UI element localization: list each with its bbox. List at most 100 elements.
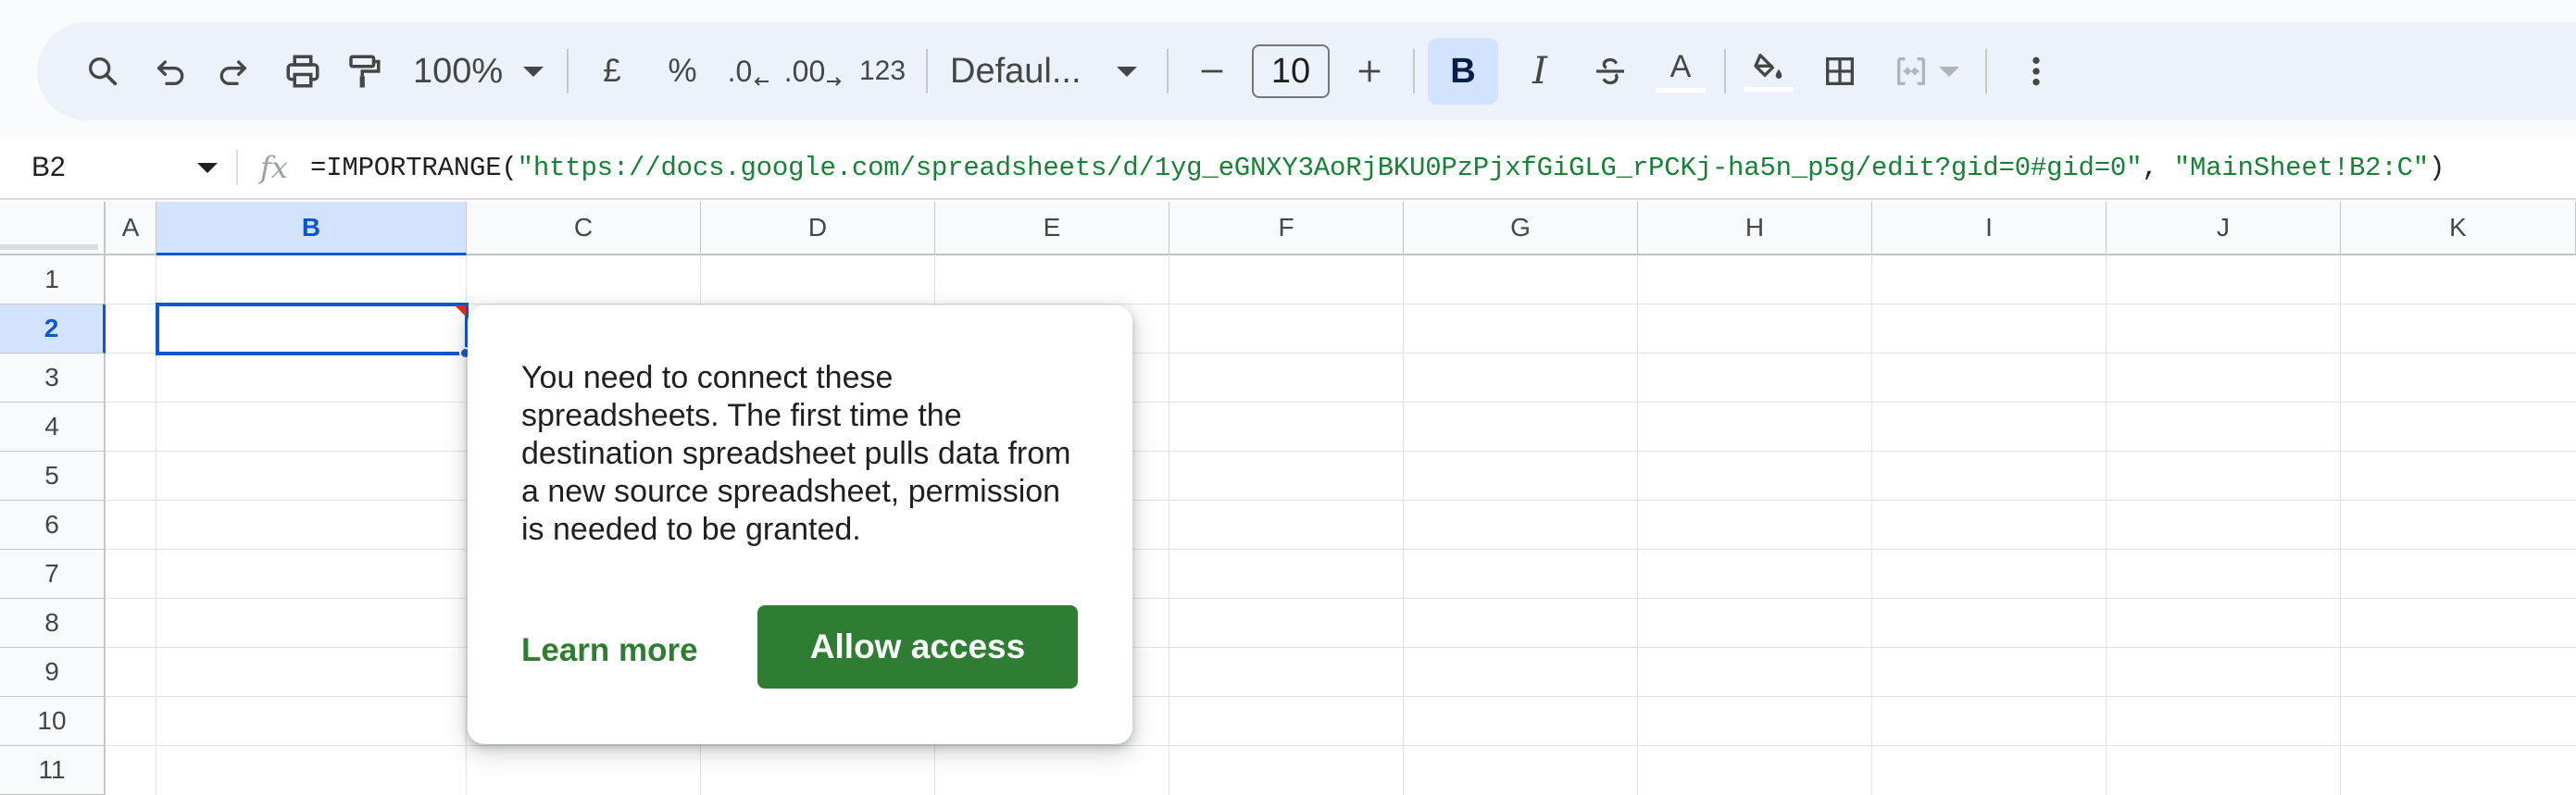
undo-icon xyxy=(153,53,190,90)
row-header-2[interactable]: 2 xyxy=(0,304,106,354)
learn-more-link[interactable]: Learn more xyxy=(521,627,698,674)
percent-format-button[interactable]: % xyxy=(652,38,713,105)
allow-access-button[interactable]: Allow access xyxy=(757,605,1078,689)
more-options-button[interactable] xyxy=(2006,38,2067,105)
active-cell-b2[interactable] xyxy=(156,303,469,355)
fill-color-swatch xyxy=(1744,86,1794,92)
name-box[interactable]: B2 xyxy=(0,136,236,199)
currency-format-button[interactable]: £ xyxy=(581,38,643,105)
borders-icon xyxy=(1821,53,1858,90)
toolbar-divider xyxy=(1985,49,1987,93)
cell-reference: B2 xyxy=(31,152,66,182)
column-header-k[interactable]: K xyxy=(2341,202,2576,255)
column-header-i[interactable]: I xyxy=(1872,202,2107,255)
currency-label: £ xyxy=(603,53,621,89)
column-header-a[interactable]: A xyxy=(106,202,156,255)
row-header-8[interactable]: 8 xyxy=(0,599,106,648)
formula-url-arg: "https://docs.google.com/spreadsheets/d/… xyxy=(517,152,2143,183)
formula-input[interactable]: =IMPORTRANGE("https://docs.google.com/sp… xyxy=(310,153,2445,183)
toolbar-area: 100% £ % .0 .00 123 Defaul... 10 B I A xyxy=(0,0,2576,137)
text-color-button[interactable]: A xyxy=(1650,38,1711,105)
chevron-down-icon xyxy=(1939,66,1959,77)
percent-label: % xyxy=(668,53,697,89)
strikethrough-icon xyxy=(1592,53,1629,90)
fill-color-button[interactable] xyxy=(1739,38,1800,105)
redo-button[interactable] xyxy=(202,38,263,105)
toolbar-divider xyxy=(1724,49,1726,93)
column-header-e[interactable]: E xyxy=(935,202,1169,255)
toolbar-divider xyxy=(567,49,569,93)
italic-label: I xyxy=(1532,50,1547,93)
row-header-6[interactable]: 6 xyxy=(0,501,106,550)
minus-icon xyxy=(1196,56,1228,87)
arrow-left-icon xyxy=(752,52,770,91)
increase-font-size-button[interactable] xyxy=(1339,38,1400,105)
column-header-f[interactable]: F xyxy=(1169,202,1404,255)
borders-button[interactable] xyxy=(1809,38,1870,105)
grid-line xyxy=(1403,255,1404,795)
column-header-j[interactable]: J xyxy=(2107,202,2341,255)
importrange-permission-popup: You need to connect these spreadsheets. … xyxy=(468,305,1132,744)
column-header-g[interactable]: G xyxy=(1404,202,1638,255)
grid-line xyxy=(106,745,2576,746)
sheet-grid[interactable]: A B C D E F G H I J K 1 2 3 4 5 6 7 8 9 … xyxy=(0,202,2576,795)
italic-button[interactable]: I xyxy=(1509,38,1570,105)
search-menus-button[interactable] xyxy=(72,38,133,105)
column-header-c[interactable]: C xyxy=(467,202,701,255)
column-header-b[interactable]: B xyxy=(156,202,467,255)
bold-label: B xyxy=(1450,51,1476,91)
merge-cells-button[interactable] xyxy=(1880,38,1972,105)
paint-format-icon xyxy=(344,52,383,91)
print-button[interactable] xyxy=(272,38,333,105)
grid-line xyxy=(1871,255,1872,795)
increase-decimal-button[interactable]: .00 xyxy=(783,38,844,105)
decrease-decimal-button[interactable]: .0 xyxy=(719,38,780,105)
text-color-label: A xyxy=(1669,48,1692,84)
select-all-corner[interactable] xyxy=(0,202,106,255)
zoom-value: 100% xyxy=(413,51,504,91)
row-header-9[interactable]: 9 xyxy=(0,648,106,697)
print-icon xyxy=(283,52,322,91)
row-header-4[interactable]: 4 xyxy=(0,403,106,452)
font-size-input[interactable]: 10 xyxy=(1252,44,1330,98)
paint-format-button[interactable] xyxy=(333,38,394,105)
text-color-swatch xyxy=(1656,87,1706,93)
undo-button[interactable] xyxy=(141,38,202,105)
plus-icon xyxy=(1354,56,1385,87)
column-header-d[interactable]: D xyxy=(701,202,935,255)
row-header-10[interactable]: 10 xyxy=(0,697,106,746)
row-header-3[interactable]: 3 xyxy=(0,354,106,403)
decrease-font-size-button[interactable] xyxy=(1182,38,1243,105)
row-header-7[interactable]: 7 xyxy=(0,550,106,599)
more-formats-button[interactable]: 123 xyxy=(852,38,913,105)
fill-color-icon xyxy=(1751,52,1788,83)
chevron-down-icon xyxy=(523,66,544,77)
toolbar: 100% £ % .0 .00 123 Defaul... 10 B I A xyxy=(37,22,2576,120)
error-indicator-icon xyxy=(455,305,466,317)
row-header-1[interactable]: 1 xyxy=(0,255,106,304)
row-header-11[interactable]: 11 xyxy=(0,746,106,795)
row-header-5[interactable]: 5 xyxy=(0,452,106,501)
toolbar-divider xyxy=(926,49,928,93)
bold-button[interactable]: B xyxy=(1428,38,1498,105)
font-select[interactable]: Defaul... xyxy=(941,38,1154,105)
grid-line xyxy=(2340,255,2341,795)
more-vert-icon xyxy=(2030,53,2043,90)
chevron-down-icon xyxy=(197,162,218,173)
grid-line xyxy=(2106,255,2107,795)
toolbar-divider xyxy=(1413,49,1415,93)
column-header-h[interactable]: H xyxy=(1638,202,1872,255)
decrease-decimal-label: .0 xyxy=(727,54,753,88)
font-value: Defaul... xyxy=(950,51,1082,91)
increase-decimal-label: .00 xyxy=(783,54,826,88)
strikethrough-button[interactable] xyxy=(1580,38,1641,105)
grid-line xyxy=(1637,255,1638,795)
zoom-select[interactable]: 100% xyxy=(406,38,554,105)
formula-arg-separator: , xyxy=(2142,152,2174,183)
chevron-down-icon xyxy=(1116,66,1137,77)
formula-suffix: ) xyxy=(2429,152,2445,183)
formula-bar: B2 fx =IMPORTRANGE("https://docs.google.… xyxy=(0,137,2576,200)
merge-cells-icon xyxy=(1893,53,1930,90)
popup-message: You need to connect these spreadsheets. … xyxy=(521,360,1071,547)
arrow-right-icon xyxy=(825,52,844,91)
